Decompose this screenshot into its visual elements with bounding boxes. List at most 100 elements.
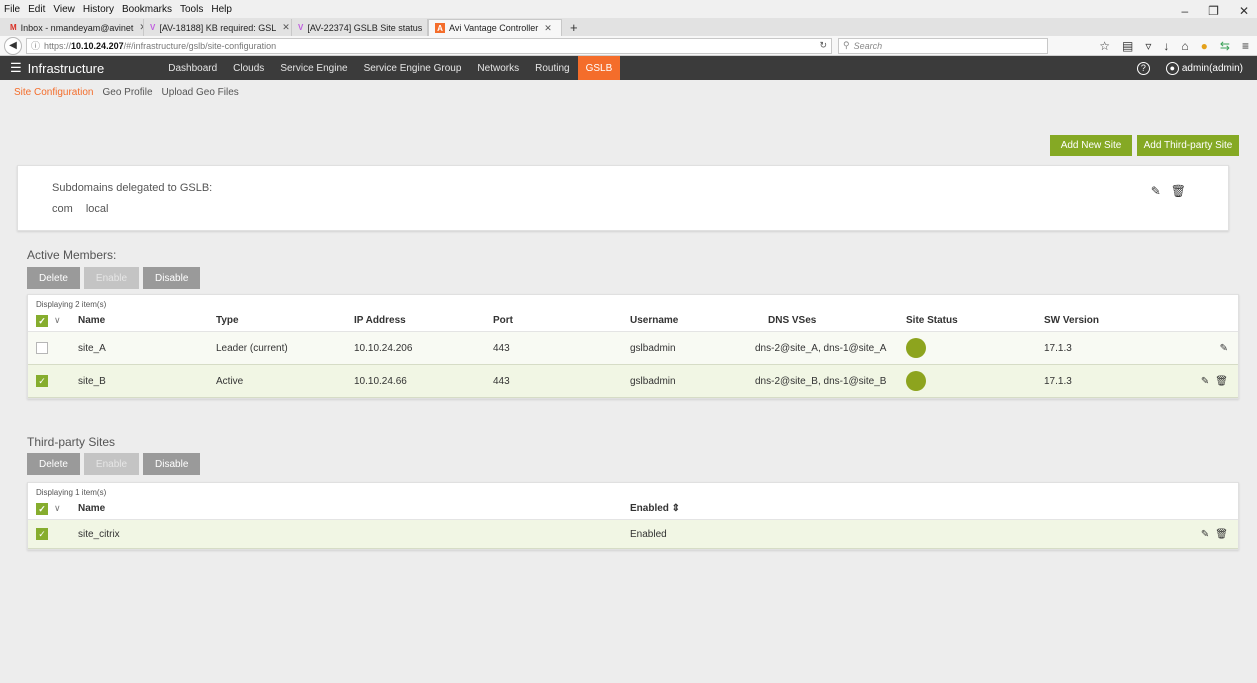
menu-bookmarks[interactable]: Bookmarks [122, 4, 172, 15]
tab-label: [AV-18188] KB required: GSL [159, 22, 277, 33]
minimize-icon[interactable]: – [1181, 4, 1188, 18]
edit-pencil-icon[interactable]: ✎ [1151, 184, 1161, 198]
reload-icon[interactable]: ↻ [819, 40, 827, 51]
chevron-down-icon[interactable]: ∨ [54, 315, 61, 326]
table-row[interactable]: ✓ site_citrix Enabled ✎ 🗑 [28, 520, 1238, 549]
menu-help[interactable]: Help [211, 4, 232, 15]
active-members-table: Displaying 2 item(s) ✓ ∨ Name Type IP Ad… [27, 294, 1239, 399]
reading-list-icon[interactable]: ▤ [1122, 39, 1133, 53]
row-checkbox[interactable] [36, 342, 48, 354]
sync-icon[interactable]: ⇆ [1220, 39, 1230, 53]
trash-icon[interactable]: 🗑 [1215, 529, 1228, 540]
disable-button[interactable]: Disable [143, 267, 201, 289]
hamburger-menu-icon[interactable]: ≡ [1242, 39, 1249, 53]
trash-icon[interactable]: 🗑 [1171, 184, 1186, 198]
col-site-status[interactable]: Site Status [906, 315, 958, 326]
col-name[interactable]: Name [78, 503, 105, 514]
menu-edit[interactable]: Edit [28, 4, 45, 15]
url-field[interactable]: ⓘ https://10.10.24.207/#/infrastructure/… [26, 37, 832, 54]
jira-icon: V [150, 23, 156, 32]
jira-icon: V [298, 23, 304, 32]
subdomain-actions: ✎ 🗑 [1151, 184, 1186, 198]
tab-close-icon[interactable]: ✕ [282, 22, 290, 33]
col-type[interactable]: Type [216, 315, 239, 326]
browser-search-input[interactable]: ⚲ Search [838, 37, 1048, 54]
col-username[interactable]: Username [630, 315, 678, 326]
subdomain-value: local [85, 203, 109, 215]
nav-dashboard[interactable]: Dashboard [160, 56, 225, 80]
table-row[interactable]: site_A Leader (current) 10.10.24.206 443… [28, 332, 1238, 365]
select-all-checkbox[interactable]: ✓ [36, 502, 48, 515]
col-enabled[interactable]: Enabled ⇕ [630, 503, 680, 514]
row-checkbox[interactable]: ✓ [36, 528, 48, 540]
pocket-icon[interactable]: ▿ [1145, 39, 1151, 53]
nav-right: ? ● admin(admin) [1136, 56, 1243, 80]
add-new-site-button[interactable]: Add New Site [1050, 135, 1132, 156]
home-icon[interactable]: ⌂ [1181, 39, 1188, 53]
nav-gslb[interactable]: GSLB [577, 56, 621, 80]
row-checkbox[interactable]: ✓ [36, 375, 48, 387]
chevron-down-icon[interactable]: ∨ [54, 503, 61, 514]
trash-icon[interactable]: 🗑 [1215, 376, 1228, 387]
col-ip-address[interactable]: IP Address [354, 315, 406, 326]
cell-enabled: Enabled [630, 528, 667, 540]
nav-routing[interactable]: Routing [527, 56, 577, 80]
col-name[interactable]: Name [78, 315, 105, 326]
subdomain-value: com [52, 203, 73, 215]
menu-history[interactable]: History [83, 4, 114, 15]
col-sw-version[interactable]: SW Version [1044, 315, 1099, 326]
back-arrow-icon[interactable]: ◀ [4, 36, 22, 55]
edit-pencil-icon[interactable]: ✎ [1220, 343, 1228, 354]
cell-sw-version: 17.1.3 [1044, 342, 1072, 354]
browser-tab[interactable]: V [AV-22374] GSLB Site status ✕ [292, 19, 428, 36]
restore-icon[interactable]: ❐ [1208, 4, 1219, 18]
cell-type: Leader (current) [216, 342, 288, 354]
row-actions: ✎ 🗑 [1201, 376, 1228, 387]
cell-type: Active [216, 375, 244, 387]
row-actions: ✎ [1220, 343, 1228, 354]
nav-clouds[interactable]: Clouds [225, 56, 272, 80]
subdomains-card: Subdomains delegated to GSLB: com local … [17, 165, 1229, 231]
subnav-site-configuration[interactable]: Site Configuration [14, 87, 94, 98]
menu-view[interactable]: View [53, 4, 75, 15]
subnav-geo-profile[interactable]: Geo Profile [103, 87, 153, 98]
close-icon[interactable]: ✕ [1239, 4, 1249, 18]
search-placeholder: Search [853, 40, 883, 51]
add-third-party-site-button[interactable]: Add Third-party Site [1137, 135, 1239, 156]
nav-networks[interactable]: Networks [469, 56, 527, 80]
nav-service-engine[interactable]: Service Engine [272, 56, 355, 80]
menu-file[interactable]: File [4, 4, 20, 15]
select-all-checkbox[interactable]: ✓ [36, 314, 48, 327]
col-port[interactable]: Port [493, 315, 513, 326]
browser-tab[interactable]: M Inbox - nmandeyam@avinet ✕ [4, 19, 144, 36]
cell-port: 443 [493, 375, 510, 387]
user-menu[interactable]: ● admin(admin) [1165, 61, 1243, 75]
delete-button[interactable]: Delete [27, 453, 80, 475]
url-prefix: https:// [44, 40, 72, 51]
tab-label: Inbox - nmandeyam@avinet [20, 22, 134, 33]
disable-button[interactable]: Disable [143, 453, 201, 475]
tab-close-icon[interactable]: ✕ [544, 23, 552, 34]
browser-tab-active[interactable]: A Avi Vantage Controller ✕ [428, 19, 562, 36]
enable-button[interactable]: Enable [83, 267, 140, 289]
item-count: Displaying 2 item(s) [36, 300, 107, 309]
browser-icons: ☆ ▤ ▿ ↓ ⌂ ● ⇆ ≡ [1099, 39, 1253, 53]
download-icon[interactable]: ↓ [1163, 39, 1169, 53]
cell-username: gslbadmin [630, 375, 676, 387]
extension-icon[interactable]: ● [1201, 39, 1208, 53]
edit-pencil-icon[interactable]: ✎ [1201, 376, 1209, 387]
nav-service-engine-group[interactable]: Service Engine Group [356, 56, 470, 80]
menu-tools[interactable]: Tools [180, 4, 203, 15]
delete-button[interactable]: Delete [27, 267, 80, 289]
subnav-upload-geo-files[interactable]: Upload Geo Files [162, 87, 239, 98]
col-dns-vses[interactable]: DNS VSes [768, 315, 816, 326]
info-icon[interactable]: ⓘ [31, 39, 40, 52]
hamburger-icon[interactable]: ☰ [10, 60, 22, 76]
help-icon[interactable]: ? [1136, 61, 1150, 75]
edit-pencil-icon[interactable]: ✎ [1201, 529, 1209, 540]
enable-button[interactable]: Enable [83, 453, 140, 475]
new-tab-icon[interactable]: + [562, 20, 586, 36]
browser-tab[interactable]: V [AV-18188] KB required: GSL ✕ [144, 19, 292, 36]
table-row[interactable]: ✓ site_B Active 10.10.24.66 443 gslbadmi… [28, 365, 1238, 398]
bookmark-star-icon[interactable]: ☆ [1099, 39, 1110, 53]
